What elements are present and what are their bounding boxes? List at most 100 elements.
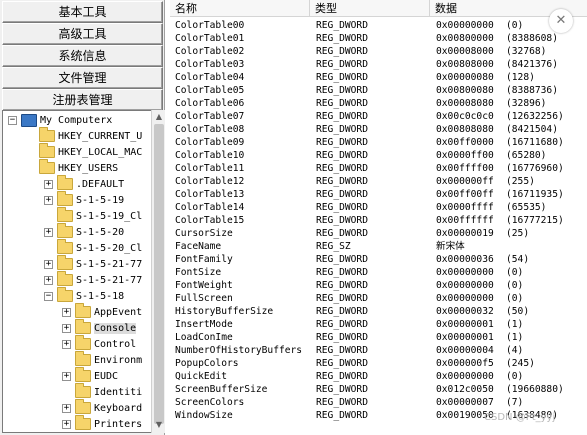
value-row[interactable]: FaceName REG_SZ 新宋体 bbox=[170, 240, 587, 253]
tree-node[interactable]: HKEY_CURRENT_U bbox=[26, 127, 142, 144]
tree-node-label: HKEY_LOCAL_MAC bbox=[58, 146, 143, 158]
folder-icon bbox=[75, 415, 91, 430]
value-row[interactable]: ColorTable12 REG_DWORD 0x000000ff (255) bbox=[170, 175, 587, 188]
value-row[interactable]: ScreenBufferSize REG_DWORD 0x012c0050 (1966… bbox=[170, 383, 587, 396]
tree-node[interactable]: + .DEFAULT bbox=[44, 175, 124, 192]
column-header-type[interactable]: 类型 bbox=[310, 0, 430, 17]
value-type: REG_DWORD bbox=[316, 345, 368, 356]
expand-icon[interactable]: + bbox=[44, 259, 53, 269]
collapse-icon[interactable]: − bbox=[8, 115, 17, 125]
tree-node[interactable]: HKEY_USERS bbox=[26, 159, 118, 176]
value-data: 0x00000001 (1) bbox=[436, 318, 586, 331]
tree-node[interactable]: + S-1-5-19 bbox=[44, 191, 124, 208]
value-row[interactable]: FullScreen REG_DWORD 0x00000000 (0) bbox=[170, 292, 587, 305]
nav-button-2[interactable]: 高级工具 bbox=[2, 23, 163, 45]
value-row[interactable]: ColorTable09 REG_DWORD 0x00ff0000 (16711680… bbox=[170, 136, 587, 149]
value-row[interactable]: ColorTable11 REG_DWORD 0x00ffff00 (16776960… bbox=[170, 162, 587, 175]
scroll-up-icon[interactable]: ▲ bbox=[153, 111, 165, 123]
tree-node[interactable]: + Keyboard bbox=[62, 399, 142, 416]
nav-button-1[interactable]: 基本工具 bbox=[2, 1, 163, 23]
value-row[interactable]: QuickEdit REG_DWORD 0x00000000 (0) bbox=[170, 370, 587, 383]
value-row[interactable]: LoadConIme REG_DWORD 0x00000001 (1) bbox=[170, 331, 587, 344]
value-row[interactable]: FontFamily REG_DWORD 0x00000036 (54) bbox=[170, 253, 587, 266]
value-name: FontSize bbox=[175, 267, 222, 278]
value-data: 0x00808000 (8421376) bbox=[436, 58, 586, 71]
nav-button-5[interactable]: 注册表管理 bbox=[2, 89, 163, 111]
tree-node[interactable]: + Console bbox=[62, 319, 137, 336]
value-name: InsertMode bbox=[175, 319, 233, 330]
value-row[interactable]: ColorTable14 REG_DWORD 0x0000ffff (65535) bbox=[170, 201, 587, 214]
expand-icon[interactable]: + bbox=[44, 275, 53, 285]
value-row[interactable]: FontSize REG_DWORD 0x00000000 (0) bbox=[170, 266, 587, 279]
tree-node[interactable]: + AppEvent bbox=[62, 303, 143, 320]
value-row[interactable]: NumberOfHistoryBuffers REG_DWORD 0x0000000… bbox=[170, 344, 587, 357]
value-row[interactable]: ColorTable04 REG_DWORD 0x00000080 (128) bbox=[170, 71, 587, 84]
column-header-name[interactable]: 名称 bbox=[170, 0, 310, 17]
value-data-decimal: (255) bbox=[506, 176, 535, 187]
tree-node[interactable]: HKEY_LOCAL_MAC bbox=[26, 143, 143, 160]
expand-icon[interactable]: + bbox=[62, 419, 71, 429]
value-row[interactable]: CursorSize REG_DWORD 0x00000019 (25) bbox=[170, 227, 587, 240]
value-row[interactable]: ColorTable01 REG_DWORD 0x00800000 (8388608) bbox=[170, 32, 587, 45]
value-type: REG_DWORD bbox=[316, 137, 368, 148]
nav-button-4[interactable]: 文件管理 bbox=[2, 67, 163, 89]
value-row[interactable]: ColorTable10 REG_DWORD 0x0000ff00 (65280) bbox=[170, 149, 587, 162]
tree-node[interactable]: + S-1-5-21-77 bbox=[44, 271, 143, 288]
tree-node[interactable]: Environm bbox=[62, 351, 142, 368]
value-row[interactable]: ColorTable15 REG_DWORD 0x00ffffff (16777215… bbox=[170, 214, 587, 227]
tree-node[interactable]: + Printers bbox=[62, 415, 142, 432]
value-row[interactable]: ColorTable07 REG_DWORD 0x00c0c0c0 (12632256… bbox=[170, 110, 587, 123]
value-row[interactable]: FontWeight REG_DWORD 0x00000000 (0) bbox=[170, 279, 587, 292]
value-row[interactable]: PopupColors REG_DWORD 0x000000f5 (245) bbox=[170, 357, 587, 370]
value-row[interactable]: ColorTable05 REG_DWORD 0x00800080 (8388736) bbox=[170, 84, 587, 97]
value-type: REG_DWORD bbox=[316, 111, 368, 122]
value-row[interactable]: ColorTable06 REG_DWORD 0x00008080 (32896) bbox=[170, 97, 587, 110]
value-name: ScreenColors bbox=[175, 397, 245, 408]
tree-node-label: S-1-5-19_Cl bbox=[76, 210, 143, 222]
tree-node-label: AppEvent bbox=[94, 306, 143, 318]
tree-node[interactable]: S-1-5-19_Cl bbox=[44, 207, 143, 224]
expand-icon[interactable]: + bbox=[62, 323, 71, 333]
expand-icon[interactable]: + bbox=[62, 403, 71, 413]
value-data-decimal: (54) bbox=[506, 254, 530, 265]
value-row[interactable]: ColorTable02 REG_DWORD 0x00008000 (32768) bbox=[170, 45, 587, 58]
nav-button-3[interactable]: 系统信息 bbox=[2, 45, 163, 67]
expand-icon[interactable]: + bbox=[44, 179, 53, 189]
value-row[interactable]: ColorTable08 REG_DWORD 0x00808080 (8421504) bbox=[170, 123, 587, 136]
value-row[interactable]: ColorTable00 REG_DWORD 0x00000000 (0) bbox=[170, 19, 587, 32]
tree-node[interactable]: + EUDC bbox=[62, 367, 118, 384]
expand-icon[interactable]: + bbox=[62, 307, 71, 317]
close-icon[interactable]: ✕ bbox=[549, 9, 573, 33]
scroll-down-icon[interactable]: ▼ bbox=[153, 419, 165, 431]
expand-icon[interactable]: + bbox=[44, 195, 53, 205]
tree-node[interactable]: − S-1-5-18 bbox=[44, 287, 124, 304]
tree-node[interactable]: − My Computerx bbox=[8, 112, 112, 128]
value-row[interactable]: InsertMode REG_DWORD 0x00000001 (1) bbox=[170, 318, 587, 331]
value-name: ColorTable09 bbox=[175, 137, 245, 148]
folder-icon bbox=[75, 399, 91, 414]
tree-node[interactable]: S-1-5-20_Cl bbox=[44, 239, 142, 256]
value-row[interactable]: ColorTable03 REG_DWORD 0x00808000 (8421376) bbox=[170, 58, 587, 71]
value-data-decimal: (0) bbox=[506, 293, 524, 304]
value-data-decimal: (65280) bbox=[506, 150, 547, 161]
collapse-icon[interactable]: − bbox=[44, 291, 53, 301]
tree-node[interactable]: + Control bbox=[62, 335, 136, 352]
tree-node[interactable]: + S-1-5-20 bbox=[44, 223, 124, 240]
tree-node[interactable]: + S-1-5-21-77 bbox=[44, 255, 142, 272]
scroll-thumb[interactable] bbox=[154, 124, 164, 424]
tree-scrollbar[interactable]: ▲ ▼ bbox=[151, 110, 165, 433]
expand-icon[interactable]: + bbox=[62, 371, 71, 381]
value-name: LoadConIme bbox=[175, 332, 233, 343]
value-row[interactable]: ColorTable13 REG_DWORD 0x00ff00ff (16711935… bbox=[170, 188, 587, 201]
expand-icon[interactable]: + bbox=[62, 339, 71, 349]
value-type: REG_DWORD bbox=[316, 163, 368, 174]
tree-node[interactable]: Identiti bbox=[62, 383, 142, 400]
value-data-raw: 0x000000f5 bbox=[436, 358, 494, 369]
value-row[interactable]: ScreenColors REG_DWORD 0x00000007 (7) bbox=[170, 396, 587, 409]
value-data: 0x00000036 (54) bbox=[436, 253, 586, 266]
value-row[interactable]: HistoryBufferSize REG_DWORD 0x00000032 (50) bbox=[170, 305, 587, 318]
tree-node-label: S-1-5-21-77 bbox=[76, 274, 143, 286]
registry-tree[interactable]: − My Computerx HKEY_CURRENT_U HKEY_LOCAL_MA… bbox=[2, 110, 152, 433]
value-data-decimal: (16711680) bbox=[506, 137, 564, 148]
expand-icon[interactable]: + bbox=[44, 227, 53, 237]
